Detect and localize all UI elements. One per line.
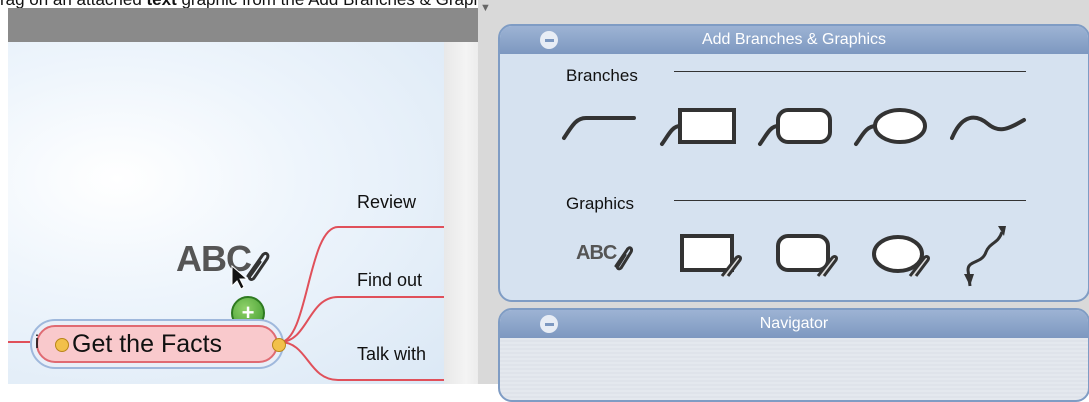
cursor-arrow-icon xyxy=(231,264,248,290)
navigator-collapse-button[interactable] xyxy=(540,315,558,333)
wave-branch-icon[interactable] xyxy=(948,106,1028,156)
palette-collapse-button[interactable] xyxy=(540,31,558,49)
rectangle-graphic-icon[interactable] xyxy=(678,232,748,282)
navigator-palette: Navigator xyxy=(498,308,1089,402)
navigator-header: Navigator xyxy=(500,310,1088,338)
collapse-triangle-icon[interactable]: ▼ xyxy=(480,2,491,14)
branch-label-findout[interactable]: Find out xyxy=(357,270,422,291)
minus-icon xyxy=(544,322,554,326)
rounded-rect-branch-icon[interactable] xyxy=(756,106,836,156)
graphics-divider xyxy=(674,200,1026,201)
branch-label-review[interactable]: Review xyxy=(357,192,416,213)
oval-graphic-icon[interactable] xyxy=(870,232,940,282)
mindmap-canvas[interactable]: Review Find out Talk with ABC + i Get th… xyxy=(8,42,444,384)
graphics-label: Graphics xyxy=(566,194,635,213)
topic-left-handle[interactable] xyxy=(55,338,69,352)
minus-icon xyxy=(544,38,554,42)
arrow-graphic-icon[interactable] xyxy=(958,222,1018,292)
topic-label[interactable]: Get the Facts xyxy=(72,330,222,359)
branch-line-findout xyxy=(279,296,444,343)
palette-header: Add Branches & Graphics xyxy=(500,26,1088,54)
text-graphic-icon[interactable]: ABC xyxy=(576,242,646,282)
main-topic[interactable]: i Get the Facts xyxy=(30,319,286,369)
oval-branch-icon[interactable] xyxy=(852,106,932,156)
topic-right-handle[interactable] xyxy=(272,338,286,352)
branches-divider xyxy=(674,71,1026,72)
line-branch-icon[interactable] xyxy=(560,106,640,156)
palette-title: Add Branches & Graphics xyxy=(701,31,887,48)
add-branches-graphics-palette: Add Branches & Graphics Branches Graphic… xyxy=(498,24,1089,302)
navigator-title: Navigator xyxy=(759,315,829,332)
rectangle-branch-icon[interactable] xyxy=(658,106,738,156)
text-graphic-paperclip-icon xyxy=(614,246,633,271)
rounded-rect-graphic-icon[interactable] xyxy=(774,232,844,282)
branches-label: Branches xyxy=(566,66,638,85)
branch-label-talkwith[interactable]: Talk with xyxy=(357,344,426,365)
window-titlebar xyxy=(8,8,478,42)
topic-info-marker[interactable]: i xyxy=(35,332,39,353)
